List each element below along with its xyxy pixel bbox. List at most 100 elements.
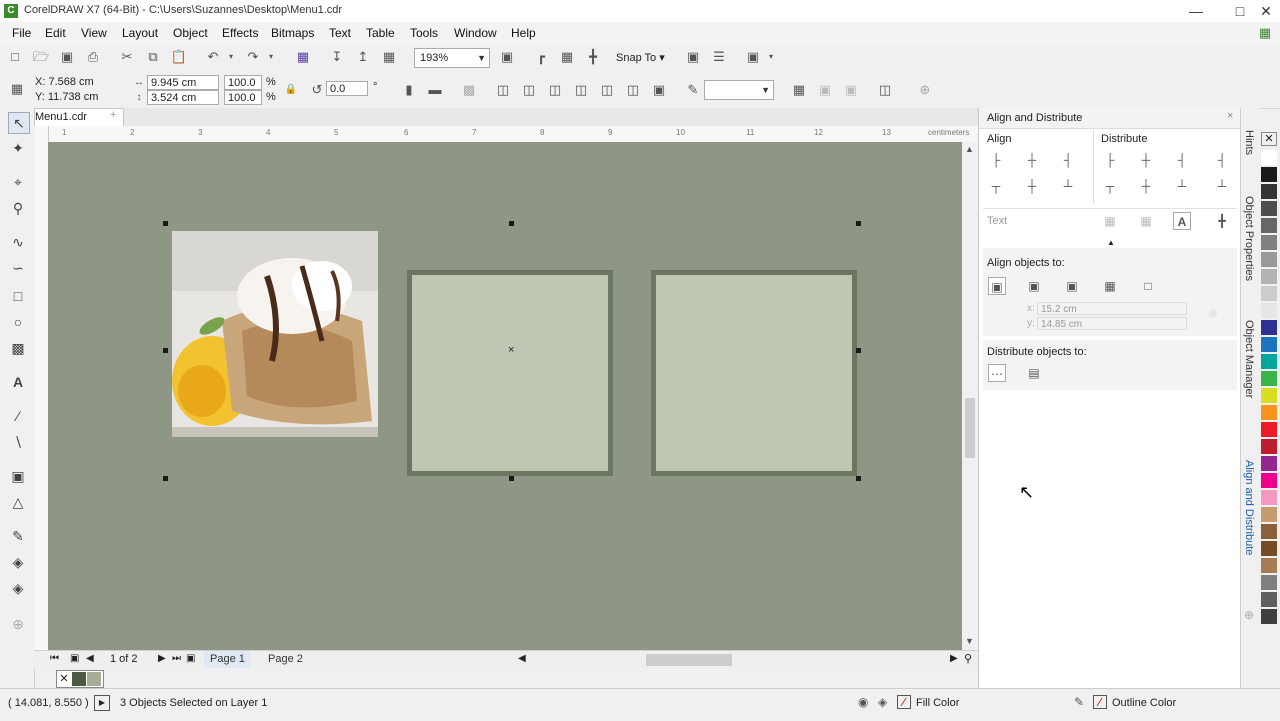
lock-ratio-icon[interactable]: 🔒 [282,81,300,99]
palette-swatch[interactable] [1261,167,1277,182]
horizontal-scroll-thumb[interactable] [646,654,732,666]
align-point-x-field[interactable]: 15.2 cm [1037,302,1187,315]
palette-swatch[interactable] [1261,473,1277,488]
zoom-level-combo[interactable]: 193% ▼ [414,48,490,68]
object-height-field[interactable]: 3.524 cm [147,90,219,105]
no-outline-icon[interactable]: ∕ [1093,695,1107,709]
smart-fill-tool-icon[interactable]: ◈ [8,578,28,598]
interactive-fill-tool-icon[interactable]: ◈ [8,552,28,572]
to-back-icon[interactable]: ▣ [842,81,860,99]
align-to-active-objects-icon[interactable]: ▣ [988,277,1006,295]
selection-handle[interactable] [509,221,514,226]
distribute-to-page-icon[interactable]: ▤ [1025,364,1043,382]
side-tab-object-manager[interactable]: Object Manager [1243,320,1255,398]
selection-handle[interactable] [163,221,168,226]
rotation-angle-field[interactable]: 0.0 [326,81,368,96]
object-width-field[interactable]: 9.945 cm [147,75,219,90]
add-page-before-icon[interactable]: ▣ [70,653,79,664]
scroll-left-icon[interactable]: ◀ [518,653,526,664]
crop-tool-icon[interactable]: ⌖ [8,172,28,192]
side-tab-align-and-distribute[interactable]: Align and Distribute [1243,460,1255,555]
page-tab-1[interactable]: Page 1 [204,651,251,668]
artistic-media-tool-icon[interactable]: ∽ [8,258,28,278]
polygon-tool-icon[interactable]: ▩ [8,338,28,358]
selection-handle[interactable] [163,476,168,481]
distribute-top-icon[interactable]: ┬ [1101,177,1119,195]
palette-swatch[interactable] [1261,286,1277,301]
undo-icon[interactable]: ↶ [204,48,222,66]
outline-pen-status-icon[interactable]: ✎ [1074,695,1084,709]
full-screen-preview-icon[interactable]: ▣ [498,48,516,66]
front-minus-back-icon[interactable]: ◫ [598,81,616,99]
palette-swatch[interactable] [1261,218,1277,233]
menu-edit[interactable]: Edit [45,26,66,40]
pick-point-icon[interactable]: ◎ [1209,308,1217,319]
redo-icon[interactable]: ↷ [244,48,262,66]
palette-swatch[interactable] [1261,184,1277,199]
palette-swatch[interactable] [1261,235,1277,250]
mirror-horizontal-icon[interactable]: ▮ [400,81,418,99]
rectangle-tool-icon[interactable]: □ [8,286,28,306]
palette-swatch[interactable] [1261,320,1277,335]
show-rulers-icon[interactable]: ┏ [532,48,550,66]
play-icon[interactable]: ▶ [94,695,110,711]
scale-width-field[interactable]: 100.0 [224,75,262,90]
docker-toggle-icon[interactable]: ▦ [1256,24,1274,42]
distribute-to-selection-icon[interactable]: ⋯ [988,364,1006,382]
paste-icon[interactable]: 📋 [170,48,188,66]
side-tab-hints[interactable]: Hints [1243,130,1255,155]
palette-swatch[interactable] [1261,439,1277,454]
open-icon[interactable]: 🗁 [32,48,50,66]
palette-swatch[interactable] [1261,303,1277,318]
scroll-up-icon[interactable]: ▲ [965,144,974,154]
palette-swatch[interactable] [1261,507,1277,522]
docker-close-icon[interactable]: × [1227,110,1233,122]
show-grid-icon[interactable]: ▦ [558,48,576,66]
align-center-vertical-icon[interactable]: ┼ [1023,177,1041,195]
undo-dropdown-icon[interactable]: ▾ [222,48,240,66]
distribute-center-h-icon[interactable]: ┼ [1137,151,1155,169]
align-to-specified-point-icon[interactable]: □ [1139,277,1157,295]
menu-object[interactable]: Object [173,26,208,40]
palette-swatch[interactable] [1261,541,1277,556]
document-swatch[interactable] [87,672,101,686]
menu-effects[interactable]: Effects [222,26,258,40]
text-last-baseline-icon[interactable]: ▦ [1137,212,1155,230]
menu-table[interactable]: Table [366,26,395,40]
search-content-icon[interactable]: ▦ [294,48,312,66]
align-right-icon[interactable]: ┤ [1059,151,1077,169]
copy-icon[interactable]: ⧉ [144,48,162,66]
text-tool-icon[interactable]: A [8,372,28,392]
outline-width-combo[interactable]: ▼ [704,80,774,100]
align-point-y-field[interactable]: 14.85 cm [1037,317,1187,330]
palette-swatch[interactable] [1261,456,1277,471]
palette-swatch[interactable] [1261,337,1277,352]
palette-swatch[interactable] [1261,405,1277,420]
welcome-screen-icon[interactable]: ▣ [744,48,762,66]
collapse-arrow-icon[interactable]: ▲ [1107,238,1115,247]
distribute-spacing-h-icon[interactable]: ┤ [1173,151,1191,169]
menu-help[interactable]: Help [511,26,536,40]
zoom-tool-icon[interactable]: ⚲ [8,198,28,218]
side-tab-object-properties[interactable]: Object Properties [1243,196,1255,281]
new-document-icon[interactable]: □ [6,48,24,66]
drawing-canvas[interactable]: × [48,142,962,650]
import-icon[interactable]: ↧ [328,48,346,66]
application-launcher-icon[interactable]: ☰ [710,48,728,66]
options-icon[interactable]: ▣ [684,48,702,66]
page-tab-2[interactable]: Page 2 [262,651,309,668]
eyedropper-tool-icon[interactable]: ✎ [8,526,28,546]
back-minus-front-icon[interactable]: ◫ [624,81,642,99]
menu-text[interactable]: Text [329,26,351,40]
selection-handle[interactable] [856,348,861,353]
vertical-scroll-thumb[interactable] [965,398,975,458]
add-toolbar-icon[interactable]: ⊕ [916,81,934,99]
palette-swatch[interactable] [1261,575,1277,590]
menu-file[interactable]: File [12,26,31,40]
show-guidelines-icon[interactable]: ╋ [584,48,602,66]
menu-tools[interactable]: Tools [410,26,438,40]
document-swatch[interactable] [72,672,86,686]
scroll-down-icon[interactable]: ▼ [965,636,974,646]
add-docker-icon[interactable]: ⊕ [1244,608,1254,622]
create-boundary-icon[interactable]: ▣ [650,81,668,99]
